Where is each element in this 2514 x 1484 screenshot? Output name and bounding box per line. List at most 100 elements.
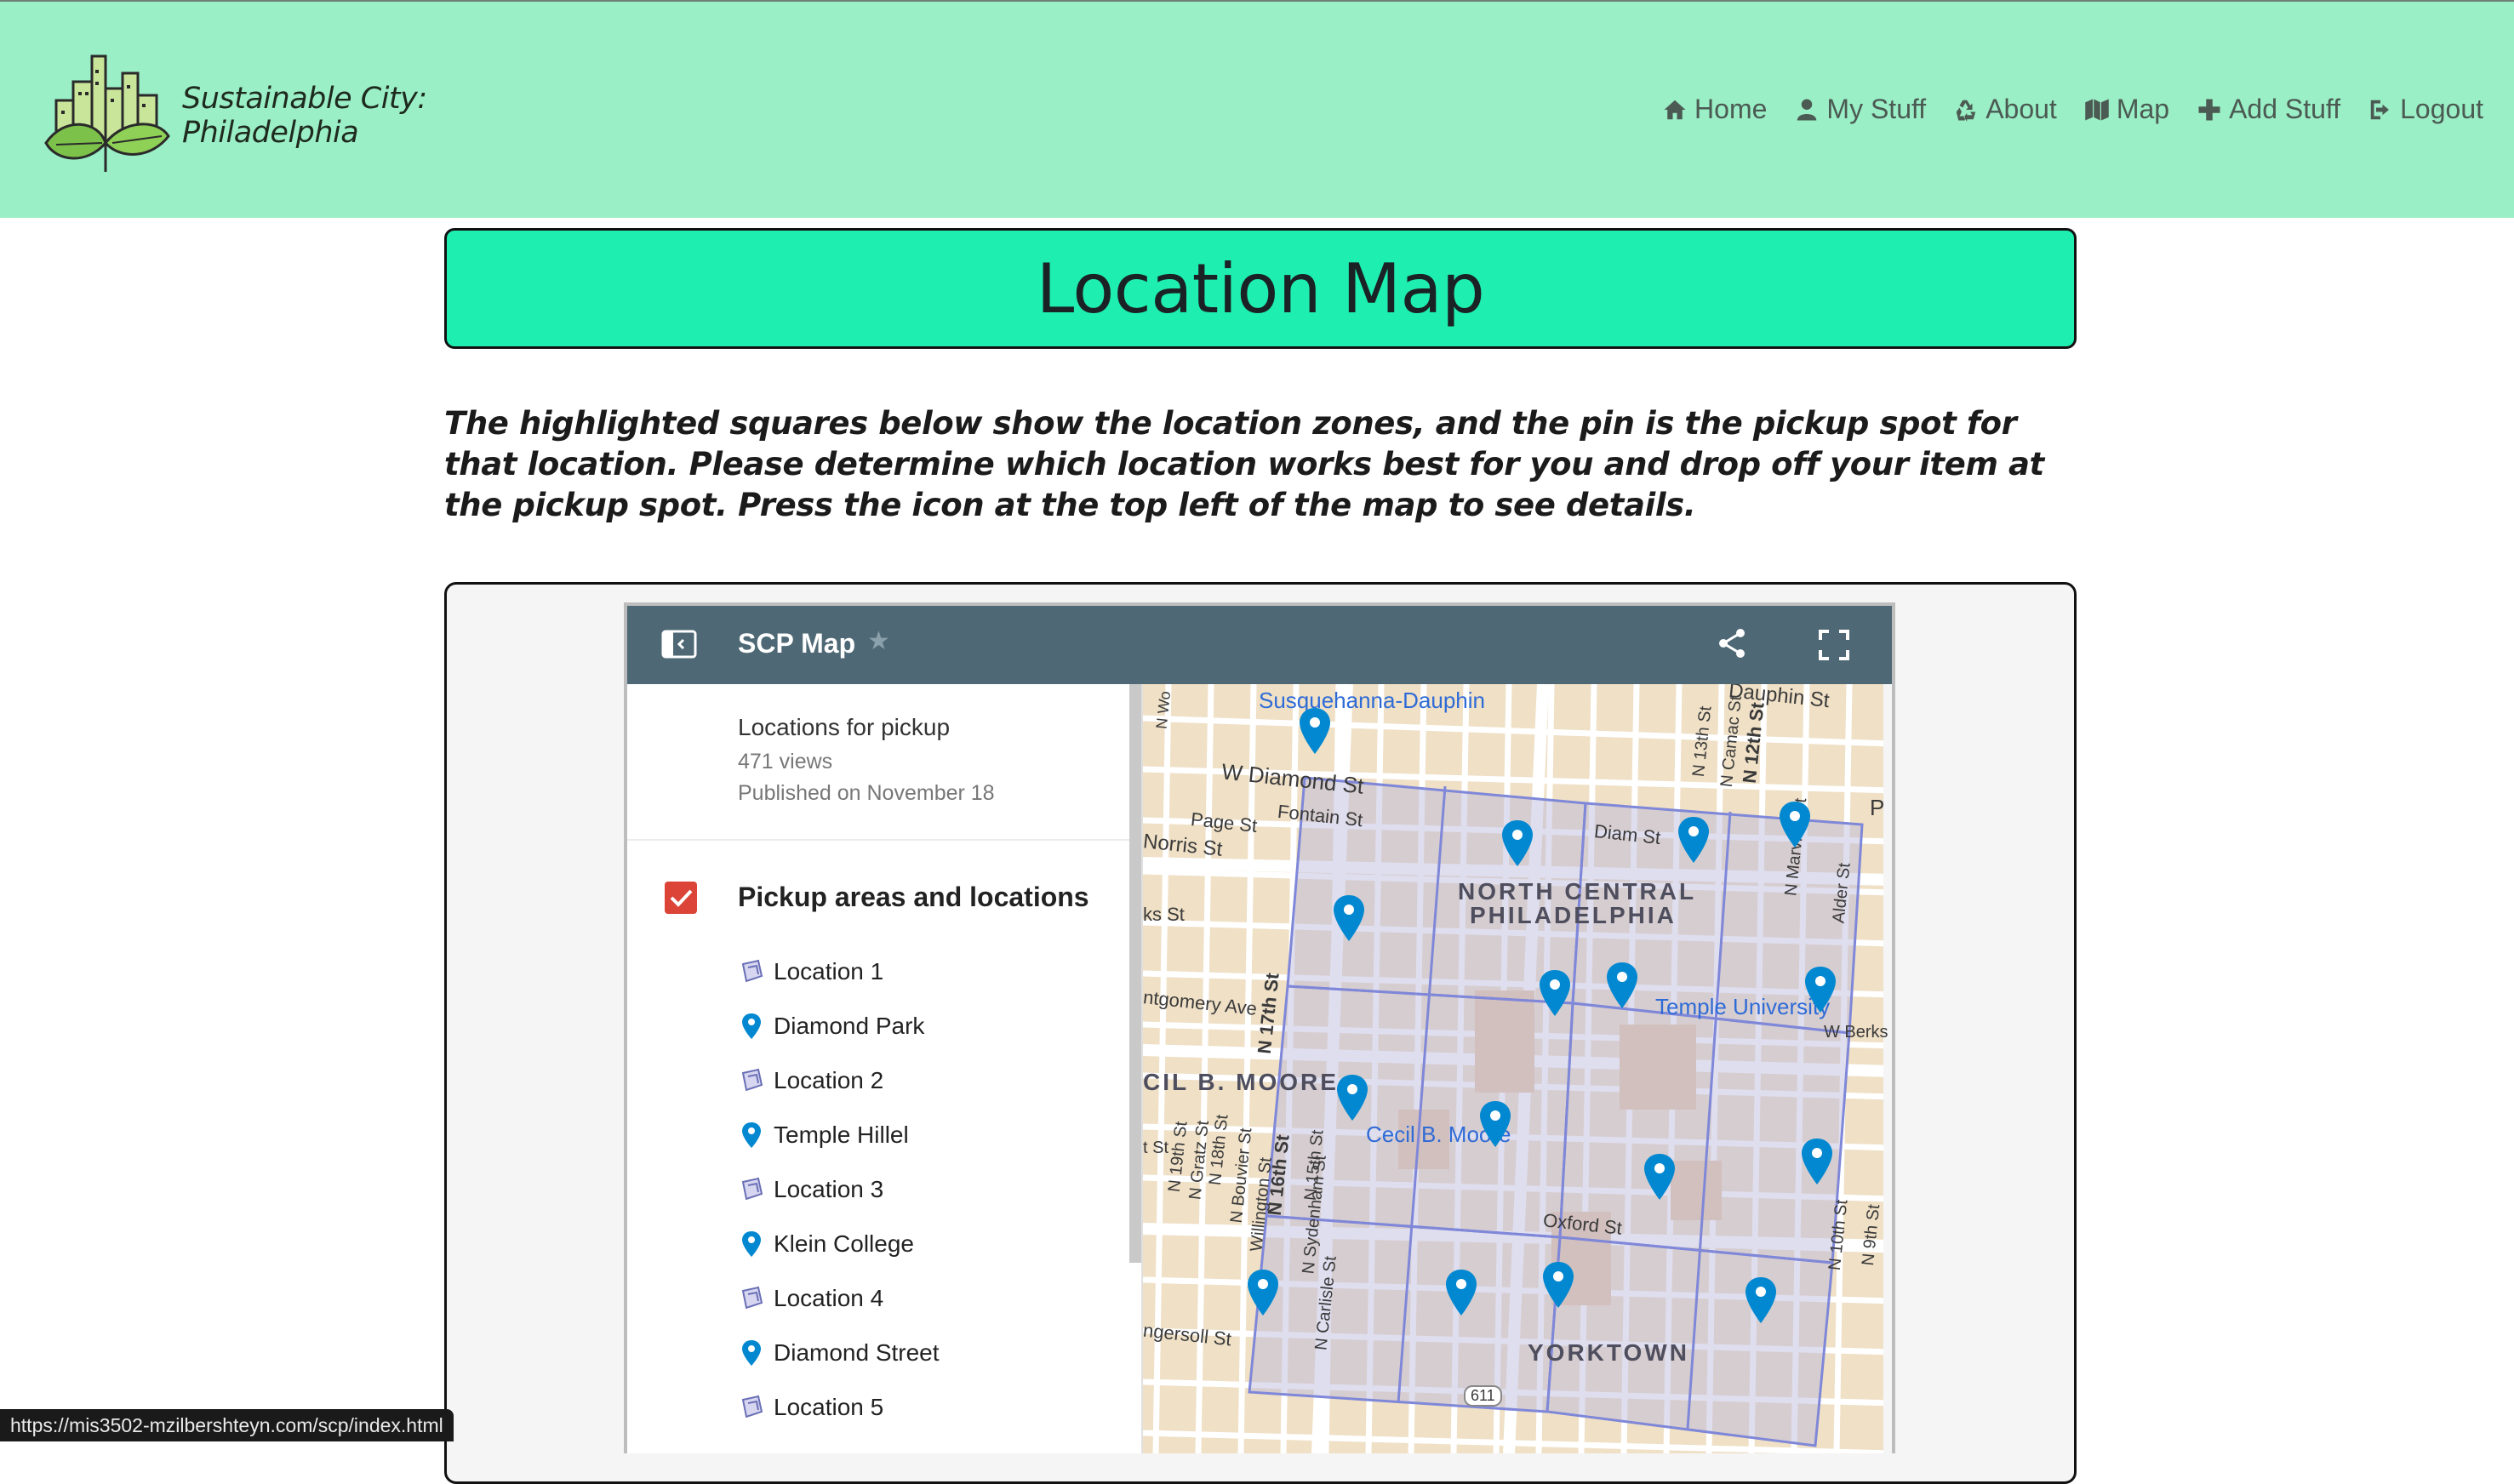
map-pin[interactable] (1334, 1073, 1371, 1122)
layer-items: Location 1 Diamond Park Location 2 Temple H… (738, 945, 940, 1435)
map-pin[interactable] (1330, 893, 1368, 943)
map-pin[interactable] (1802, 965, 1839, 1014)
map-pin[interactable] (1776, 800, 1814, 849)
map-pin[interactable] (1443, 1268, 1480, 1317)
polygon-icon (741, 959, 763, 983)
map-pin[interactable] (1798, 1137, 1836, 1186)
map-pin[interactable] (1603, 961, 1641, 1010)
page-title: Location Map (1036, 248, 1485, 328)
nav-home[interactable]: Home (1662, 94, 1767, 125)
brand-line-2: Philadelphia (182, 116, 359, 150)
route-611-shield: 611 (1464, 1385, 1502, 1407)
legend-item-label: Location 3 (774, 1176, 884, 1202)
map-pin[interactable] (1536, 968, 1574, 1018)
map-pin-icon (1677, 816, 1709, 863)
nav-my-stuff-label: My Stuff (1826, 94, 1927, 124)
polygon-icon (741, 1395, 763, 1418)
polygon-icon (741, 1068, 763, 1092)
map-pin-icon (1334, 895, 1364, 941)
google-my-maps-embed: SCP Map ★ Locations for pickup 471 views… (624, 602, 1895, 1453)
map-info: Locations for pickup 471 views Published… (738, 710, 1112, 808)
layer-title: Pickup areas and locations (738, 882, 1089, 912)
map-published: Published on November 18 (738, 781, 995, 805)
map-pin-icon (1446, 1270, 1477, 1316)
map-pin-icon (1644, 1153, 1676, 1200)
map-label-ks-st: ks St (1143, 904, 1185, 925)
home-icon (1664, 100, 1686, 119)
pin-icon (742, 1340, 761, 1366)
pin-icon (742, 1122, 761, 1148)
nav-my-stuff[interactable]: My Stuff (1794, 94, 1926, 125)
legend-scrollbar[interactable] (1129, 684, 1141, 1263)
brand-line-1: Sustainable City: (182, 82, 427, 116)
map-pin[interactable] (1641, 1152, 1678, 1201)
legend-item-label: Temple Hillel (774, 1122, 909, 1148)
map-pin[interactable] (1244, 1268, 1282, 1317)
map-description: Locations for pickup (738, 714, 951, 740)
logout-icon (2370, 100, 2390, 119)
map-label-cecil-area: CIL B. MOORE (1143, 1069, 1339, 1095)
legend-item[interactable]: Location 5 (738, 1380, 940, 1435)
map-canvas[interactable]: Susquehanna-Dauphin Dauphin St W Diamond… (1143, 684, 1892, 1453)
map-pin-icon (1805, 966, 1837, 1013)
user-icon (1797, 99, 1817, 120)
layer-checkbox[interactable] (665, 882, 697, 914)
map-pin[interactable] (1540, 1260, 1577, 1310)
star-icon[interactable]: ★ (867, 626, 890, 656)
sidebar-toggle-icon[interactable] (661, 630, 697, 659)
map-label-philadelphia: PHILADELPHIA (1470, 902, 1677, 928)
legend-item-label: Diamond Park (774, 1013, 925, 1039)
legend-item[interactable]: Temple Hillel (738, 1108, 940, 1162)
map-pin-icon (1607, 962, 1638, 1009)
legend-item[interactable]: Diamond Street (738, 1326, 940, 1380)
navbar: Sustainable City: Philadelphia Home My S… (0, 0, 2514, 218)
legend-item[interactable]: Location 4 (738, 1271, 940, 1326)
brand-name: Sustainable City: Philadelphia (182, 82, 454, 150)
share-icon[interactable] (1715, 626, 1749, 660)
map-title: SCP Map (738, 628, 856, 659)
legend-item[interactable]: Location 3 (738, 1162, 940, 1217)
legend-item[interactable]: Diamond Park (738, 999, 940, 1053)
map-icon (2085, 99, 2109, 120)
map-pin-icon (1479, 1101, 1511, 1147)
pin-icon (742, 1231, 761, 1257)
legend-item[interactable]: Location 1 (738, 945, 940, 999)
map-label-w-berks: W Berks (1824, 1023, 1888, 1042)
city-leaf-logo (44, 54, 170, 172)
nav-about-label: About (1985, 94, 2057, 124)
nav-map[interactable]: Map (2084, 94, 2169, 125)
map-pin[interactable] (1742, 1276, 1780, 1325)
map-header-bar: SCP Map ★ (627, 606, 1892, 684)
legend-item-label: Klein College (774, 1230, 914, 1257)
nav-add-stuff-label: Add Stuff (2229, 94, 2341, 124)
map-label-yorktown: YORKTOWN (1528, 1339, 1689, 1366)
legend-item-label: Location 2 (774, 1067, 884, 1093)
legend-item[interactable]: Location 2 (738, 1053, 940, 1108)
nav-logout[interactable]: Logout (2368, 94, 2483, 125)
legend-item[interactable]: Klein College (738, 1217, 940, 1271)
map-pin-icon (1540, 970, 1570, 1016)
map-pin[interactable] (1675, 815, 1712, 865)
brand-link[interactable]: Sustainable City: Philadelphia (39, 48, 448, 175)
page-title-box: Location Map (444, 228, 2077, 349)
nav-home-label: Home (1694, 94, 1768, 124)
map-label-susquehanna: Susquehanna-Dauphin (1259, 688, 1485, 713)
legend-item-label: Diamond Street (774, 1339, 940, 1366)
legend-item-label: Location 4 (774, 1285, 884, 1311)
nav-about[interactable]: About (1953, 94, 2057, 125)
polygon-icon (741, 1177, 763, 1201)
check-icon (670, 889, 693, 907)
nav-add-stuff[interactable]: Add Stuff (2197, 94, 2340, 125)
map-pin[interactable] (1296, 706, 1334, 756)
legend-item-label: Location 5 (774, 1394, 884, 1420)
polygon-icon (741, 1286, 763, 1310)
main-nav: Home My Stuff About Map Add Stuff Logout (1635, 94, 2483, 125)
map-views: 471 views (738, 750, 833, 773)
fullscreen-icon[interactable] (1817, 628, 1851, 662)
map-pin[interactable] (1499, 819, 1536, 868)
map-pin[interactable] (1477, 1099, 1514, 1149)
legend-item-label: Location 1 (774, 958, 884, 985)
map-pin-icon (1543, 1262, 1574, 1309)
map-pin-icon (1746, 1276, 1776, 1323)
recycle-icon (1956, 100, 1976, 122)
